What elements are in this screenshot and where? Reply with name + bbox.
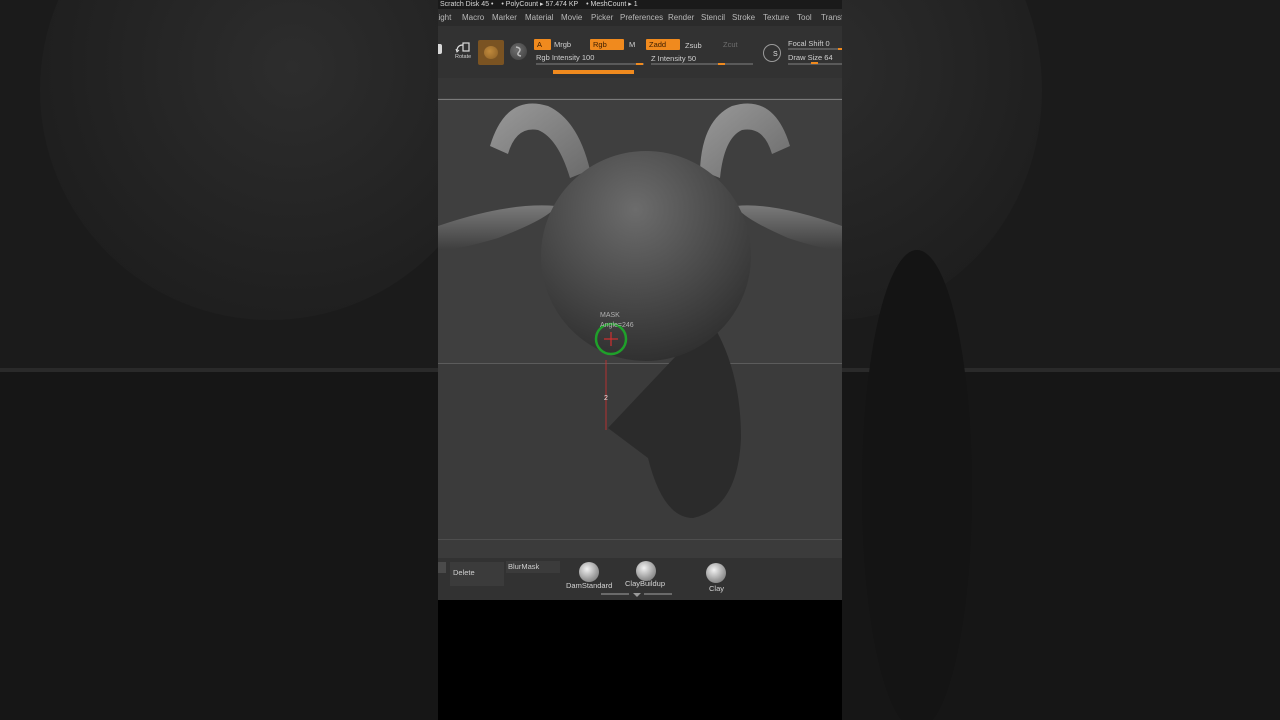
brush-damstandard[interactable]: DamStandard xyxy=(564,561,614,593)
menu-light[interactable]: Light xyxy=(438,9,451,26)
focal-shift-value: 0 xyxy=(825,39,830,48)
shelf-scroll-left[interactable] xyxy=(601,593,629,595)
menu-stroke[interactable]: Stroke xyxy=(732,9,755,26)
menu-transform[interactable]: Transf xyxy=(821,9,842,26)
brush-clay[interactable]: Clay xyxy=(700,562,732,594)
focal-shift-track[interactable] xyxy=(788,48,842,50)
backdrop-right xyxy=(842,0,1280,720)
top-toolbar: Rotate A Mrgb Rgb M Zadd Zsub Zcut Rgb I… xyxy=(438,26,842,78)
lazy-mouse-button[interactable]: S xyxy=(763,44,781,62)
menu-bar: Light Macro Marker Material Movie Picker… xyxy=(438,9,842,26)
focal-shift-label: Focal Shift xyxy=(788,39,824,48)
poly-count-status: • PolyCount ▸ 57.474 KP xyxy=(501,1,579,8)
move-icon[interactable] xyxy=(438,44,442,54)
claybuildup-label: ClayBuildup xyxy=(625,579,666,588)
chevron-up-down-icon xyxy=(633,593,641,597)
backdrop-floor-left xyxy=(0,372,438,720)
mask-angle-readout: Angle=246 xyxy=(600,322,634,329)
active-tool-indicator xyxy=(553,70,634,74)
rgb-intensity-knob[interactable] xyxy=(636,63,643,65)
menu-render[interactable]: Render xyxy=(668,9,694,26)
delete-button[interactable]: Delete xyxy=(450,562,504,586)
a-button[interactable]: A xyxy=(534,39,551,50)
menu-texture[interactable]: Texture xyxy=(763,9,789,26)
damstandard-icon xyxy=(579,562,599,582)
damstandard-label: DamStandard xyxy=(566,581,613,590)
ear-left xyxy=(438,205,556,250)
clay-icon xyxy=(706,563,726,583)
zbrush-window: Scratch Disk 45 • • PolyCount ▸ 57.474 K… xyxy=(438,0,842,720)
backdrop-sphere-left xyxy=(40,0,438,320)
horn-right xyxy=(700,103,790,178)
menu-material[interactable]: Material xyxy=(525,9,553,26)
rgb-intensity-slider[interactable]: Rgb Intensity 100 xyxy=(536,53,594,62)
rgb-intensity-track[interactable] xyxy=(536,63,644,65)
blurmask-label: BlurMask xyxy=(508,562,540,571)
backdrop-shadow-right xyxy=(862,250,972,720)
brush-claybuildup[interactable]: ClayBuildup xyxy=(622,560,672,592)
menu-movie[interactable]: Movie xyxy=(561,9,582,26)
brush-stroke-button[interactable] xyxy=(510,43,527,60)
mask-mode-label: MASK xyxy=(600,312,620,319)
mesh-count-status: • MeshCount ▸ 1 xyxy=(586,1,638,8)
menu-macro[interactable]: Macro xyxy=(462,9,484,26)
z-intensity-slider[interactable]: Z Intensity 50 xyxy=(651,54,696,63)
mrgb-button[interactable]: Mrgb xyxy=(554,40,571,49)
draw-size-knob[interactable] xyxy=(811,62,818,64)
claybuildup-icon xyxy=(636,561,656,581)
rgb-intensity-label: Rgb Intensity xyxy=(536,53,580,62)
rgb-intensity-value: 100 xyxy=(581,53,595,62)
ear-right xyxy=(736,205,842,250)
focal-shift-knob[interactable] xyxy=(838,48,842,50)
clay-label: Clay xyxy=(709,584,725,593)
rotate-icon xyxy=(455,42,470,53)
menu-picker[interactable]: Picker xyxy=(591,9,613,26)
head-sphere xyxy=(541,151,751,361)
z-intensity-value: 50 xyxy=(687,54,697,63)
menu-stencil[interactable]: Stencil xyxy=(701,9,725,26)
shelf-scroll-right[interactable] xyxy=(644,593,672,595)
rotate-label: Rotate xyxy=(455,54,472,60)
delete-label: Delete xyxy=(453,568,475,577)
sculpt-model[interactable] xyxy=(438,98,842,558)
shelf-scroll-arrows[interactable] xyxy=(632,591,642,597)
blurmask-button[interactable]: BlurMask xyxy=(506,561,560,573)
zcut-button[interactable]: Zcut xyxy=(723,40,738,49)
shelf-handle[interactable] xyxy=(438,562,446,573)
lasso-length-marker: 2 xyxy=(604,395,608,402)
material-sphere-icon xyxy=(484,46,498,59)
s-label: S xyxy=(773,51,778,58)
material-preview-button[interactable] xyxy=(478,40,504,65)
canvas-viewport[interactable]: MASK Angle=246 2 xyxy=(438,98,842,558)
menu-marker[interactable]: Marker xyxy=(492,9,517,26)
backdrop-sphere-right xyxy=(842,0,1042,320)
draw-size-value: 64 xyxy=(824,53,833,62)
draw-size-slider[interactable]: Draw Size 64 xyxy=(788,53,833,62)
horn-left xyxy=(490,103,590,178)
z-intensity-label: Z Intensity xyxy=(651,54,686,63)
scratch-disk-status: Scratch Disk 45 • xyxy=(440,1,494,8)
menu-tool[interactable]: Tool xyxy=(797,9,812,26)
backdrop-left xyxy=(0,0,438,720)
focal-shift-slider[interactable]: Focal Shift 0 xyxy=(788,39,830,48)
status-bar: Scratch Disk 45 • • PolyCount ▸ 57.474 K… xyxy=(438,0,842,9)
m-button[interactable]: M xyxy=(629,40,635,49)
rgb-button[interactable]: Rgb xyxy=(590,39,624,50)
rotate-button[interactable]: Rotate xyxy=(455,42,471,62)
zsub-button[interactable]: Zsub xyxy=(685,41,702,50)
z-intensity-track[interactable] xyxy=(651,63,753,65)
canvas-top-strip xyxy=(438,78,842,98)
stroke-swirl-icon xyxy=(515,46,522,57)
zadd-button[interactable]: Zadd xyxy=(646,39,680,50)
brush-shelf: Delete BlurMask DamStandard ClayBuildup … xyxy=(438,558,842,600)
z-intensity-knob[interactable] xyxy=(718,63,725,65)
draw-size-label: Draw Size xyxy=(788,53,823,62)
menu-preferences[interactable]: Preferences xyxy=(620,9,663,26)
